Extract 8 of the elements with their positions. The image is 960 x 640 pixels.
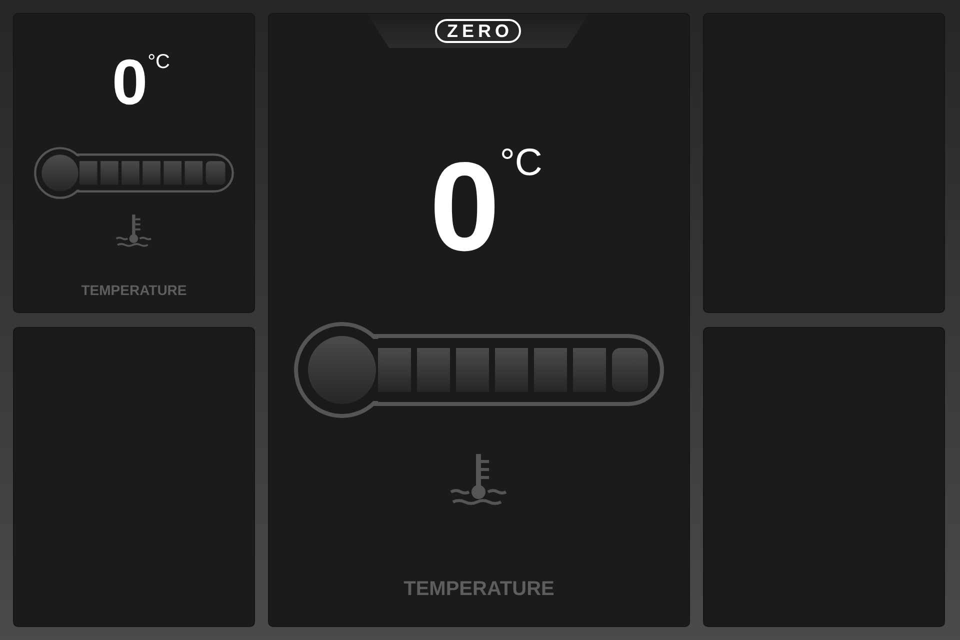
temperature-unit: °C bbox=[148, 52, 170, 72]
brand-logo: ZERO bbox=[434, 19, 521, 43]
gauge-label: TEMPERATURE bbox=[404, 578, 554, 601]
temperature-value: 0 bbox=[112, 50, 148, 114]
temperature-value: 0 bbox=[430, 144, 500, 270]
gauge-label: TEMPERATURE bbox=[81, 282, 187, 298]
temperature-unit: °C bbox=[500, 144, 542, 182]
coolant-temperature-icon bbox=[115, 212, 153, 250]
